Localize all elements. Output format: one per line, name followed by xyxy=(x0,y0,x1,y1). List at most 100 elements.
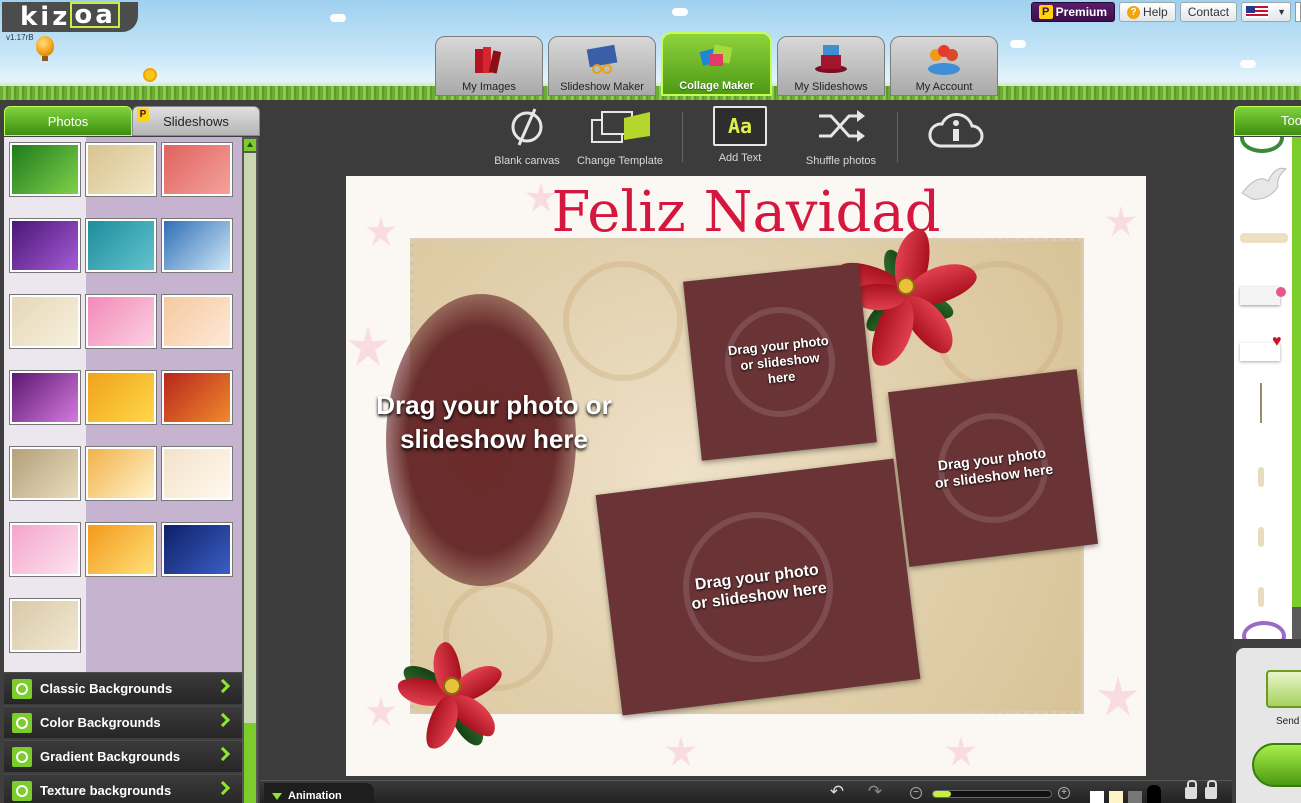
cream-swatch[interactable] xyxy=(1109,791,1123,803)
premium-button[interactable]: P Premium xyxy=(1030,2,1116,22)
thumbnail-gold-gifts[interactable] xyxy=(86,447,156,500)
thumbnails-scrollbar[interactable] xyxy=(242,137,258,803)
category-label: Texture backgrounds xyxy=(40,783,172,798)
wreath-sticker[interactable] xyxy=(1240,137,1284,153)
category-texture-backgrounds[interactable]: Texture backgrounds xyxy=(4,774,242,803)
thumbnail-beige-swirls[interactable] xyxy=(10,295,80,348)
pink-flower-sticker[interactable] xyxy=(1276,287,1286,297)
zoom-slider[interactable] xyxy=(932,790,1052,798)
thumbnail-blue-sky-mountains[interactable] xyxy=(162,219,232,272)
contact-label: Contact xyxy=(1187,5,1230,19)
collage-canvas[interactable]: Feliz Navidad Drag your photo or slidesh… xyxy=(346,176,1146,776)
tab-label: Collage Maker xyxy=(679,80,754,92)
collage-title[interactable]: Feliz Navidad xyxy=(346,180,1146,245)
undo-icon[interactable]: ↶ xyxy=(826,783,848,801)
unlock-icon[interactable] xyxy=(1185,780,1197,799)
add-text-button[interactable]: Aa Add Text xyxy=(706,106,774,164)
white-swatch[interactable] xyxy=(1090,791,1104,803)
category-label: Gradient Backgrounds xyxy=(40,749,181,764)
shuffle-photos-button[interactable]: Shuffle photos xyxy=(798,106,884,167)
category-gradient-backgrounds[interactable]: Gradient Backgrounds xyxy=(4,740,242,772)
lock-icon[interactable] xyxy=(1205,780,1217,799)
tab-my-account[interactable]: My Account xyxy=(890,36,998,96)
photo-slot-bottom[interactable]: Drag your photo or slideshow here xyxy=(595,458,921,716)
photo-slot-top[interactable]: Drag your photo or slideshow here xyxy=(683,263,877,461)
people-icon xyxy=(928,45,960,75)
change-template-button[interactable]: Change Template xyxy=(573,106,667,167)
left-panel: Photos P Slideshows Classic Backgrounds … xyxy=(0,100,260,803)
zoom-in-icon[interactable]: + xyxy=(1058,787,1070,799)
blank-canvas-label: Blank canvas xyxy=(494,155,560,167)
thumbnail-orange-waves[interactable] xyxy=(86,523,156,576)
books-icon xyxy=(475,47,502,74)
tab-collage-maker[interactable]: Collage Maker xyxy=(661,32,772,96)
zoom-out-icon[interactable]: − xyxy=(910,787,922,799)
hanging-ornament-sticker[interactable] xyxy=(1260,383,1262,423)
magic-hat-icon xyxy=(815,45,847,73)
category-classic-backgrounds[interactable]: Classic Backgrounds xyxy=(4,672,242,704)
collage-frames-icon xyxy=(698,44,732,66)
contact-button[interactable]: Contact xyxy=(1179,2,1238,22)
photo-slot-right[interactable]: Drag your photo or slideshow here xyxy=(887,369,1099,567)
thumbnail-cream-ornaments[interactable] xyxy=(162,447,232,500)
envelope-icon[interactable] xyxy=(1266,670,1301,708)
gray-swatch[interactable] xyxy=(1128,791,1142,803)
hanging-ornament-sticker[interactable] xyxy=(1258,527,1264,547)
cloud-decoration xyxy=(672,8,688,16)
thumbnail-night-fireworks[interactable] xyxy=(162,523,232,576)
wreath-sticker[interactable] xyxy=(1242,621,1286,639)
thumbnail-teal-frame[interactable] xyxy=(86,219,156,272)
category-color-backgrounds[interactable]: Color Backgrounds xyxy=(4,706,242,738)
scroll-thumb[interactable] xyxy=(244,723,256,803)
tab-my-slideshows[interactable]: My Slideshows xyxy=(777,36,885,96)
tab-photos[interactable]: Photos xyxy=(4,106,132,136)
tools-scroll-thumb[interactable] xyxy=(1292,137,1301,607)
dove-sticker-icon[interactable] xyxy=(1238,163,1288,207)
star-decoration xyxy=(1098,676,1138,716)
category-label: Color Backgrounds xyxy=(40,715,161,730)
thumbnail-peach-hearts[interactable] xyxy=(162,295,232,348)
card-sticker[interactable] xyxy=(1240,287,1280,305)
info-button[interactable] xyxy=(926,106,986,159)
scroll-track[interactable] xyxy=(244,153,256,723)
tab-tools[interactable]: Tools xyxy=(1234,106,1301,136)
animation-tab[interactable]: Animation xyxy=(264,783,374,803)
thumbnail-winter-tree-sketch[interactable] xyxy=(10,599,80,652)
hanging-ornament-sticker[interactable] xyxy=(1258,467,1264,487)
kizoa-logo[interactable]: kiz oa xyxy=(2,2,138,32)
scroll-banner-sticker[interactable] xyxy=(1240,233,1288,243)
version-label: v1.17rB xyxy=(6,33,34,42)
category-icon xyxy=(12,678,32,699)
thumbnail-pink-hearts[interactable] xyxy=(86,295,156,348)
thumbnail-orange-yellow[interactable] xyxy=(86,371,156,424)
zoom-control: − + xyxy=(910,787,1070,799)
redo-icon[interactable]: ↷ xyxy=(864,783,886,801)
main-nav-tabs: My Images Slideshow Maker Collage Maker xyxy=(435,32,998,96)
thumbnail-green-christmas-tree[interactable] xyxy=(10,143,80,196)
category-icon xyxy=(12,780,32,801)
hanging-ornament-sticker[interactable] xyxy=(1258,587,1264,607)
window-edge xyxy=(1295,2,1301,22)
black-swatch[interactable] xyxy=(1147,785,1161,803)
thumbnail-purple-ornaments[interactable] xyxy=(10,371,80,424)
thumbnail-gold-wreath[interactable] xyxy=(86,143,156,196)
help-icon: ? xyxy=(1127,5,1141,19)
language-selector[interactable]: ▼ xyxy=(1241,2,1291,22)
hot-air-balloon-icon xyxy=(36,36,54,61)
send-go-button[interactable] xyxy=(1252,743,1301,787)
heart-icon[interactable]: ♥ xyxy=(1272,333,1282,351)
thumbnail-red-frame[interactable] xyxy=(162,143,232,196)
logo-oa: oa xyxy=(70,2,120,28)
swirl-decoration xyxy=(563,261,683,381)
tab-my-images[interactable]: My Images xyxy=(435,36,543,96)
help-button[interactable]: ? Help xyxy=(1119,2,1176,22)
blank-canvas-button[interactable]: Blank canvas xyxy=(492,106,562,167)
tab-slideshow-maker[interactable]: Slideshow Maker xyxy=(548,36,656,96)
tools-scrollbar[interactable] xyxy=(1292,137,1301,639)
tab-slideshows[interactable]: P Slideshows xyxy=(132,106,260,136)
thumbnail-red-orange[interactable] xyxy=(162,371,232,424)
thumbnail-garland-door[interactable] xyxy=(10,447,80,500)
thumbnail-pink-gifts[interactable] xyxy=(10,523,80,576)
scroll-up-button[interactable] xyxy=(244,139,256,151)
thumbnail-purple-christmas-tree[interactable] xyxy=(10,219,80,272)
